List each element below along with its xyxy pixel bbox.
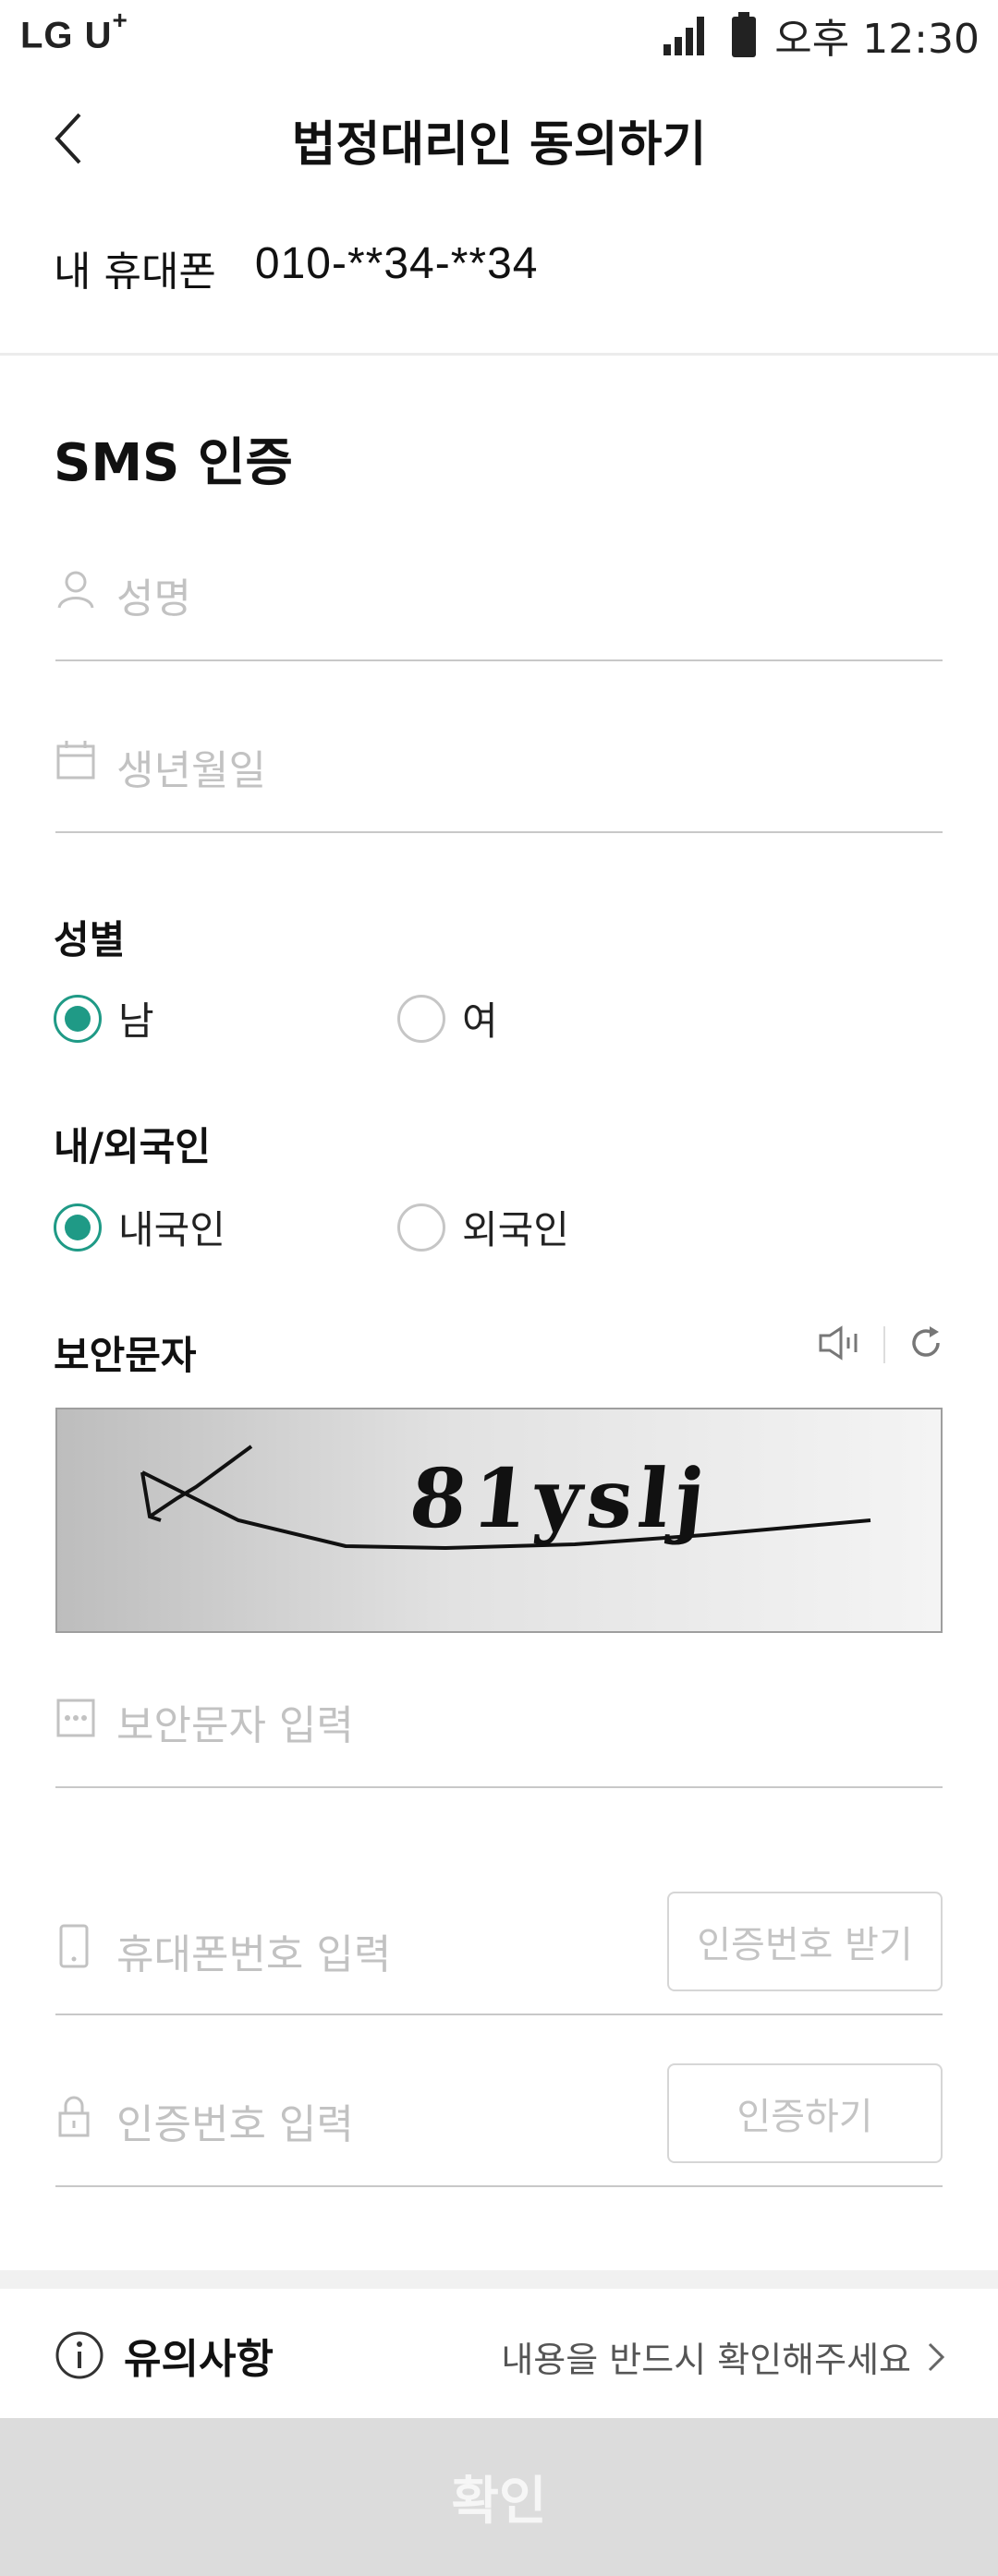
nationality-domestic-label: 내국인 xyxy=(118,1207,225,1252)
captcha-refresh-button[interactable] xyxy=(907,1324,944,1365)
status-icons: 오후 12:30 xyxy=(662,9,980,63)
lock-icon xyxy=(55,2093,92,2139)
radio-unchecked-icon xyxy=(397,1203,445,1252)
keypad-icon xyxy=(55,1698,96,1738)
my-phone-number: 010-**34-**34 xyxy=(254,239,539,288)
birthdate-field[interactable]: 생년월일 xyxy=(55,724,943,833)
captcha-audio-button[interactable] xyxy=(817,1324,861,1365)
captcha-tools-divider xyxy=(883,1326,885,1363)
page-title: 법정대리인 동의하기 xyxy=(291,117,707,173)
gender-male-label: 남 xyxy=(118,998,154,1044)
carrier-plus: + xyxy=(112,6,128,34)
radio-checked-icon xyxy=(54,1203,102,1252)
notice-link-text: 내용을 반드시 확인해주세요 xyxy=(501,2340,911,2380)
notice-link[interactable]: 내용을 반드시 확인해주세요 xyxy=(501,2331,946,2382)
verify-button[interactable]: 인증하기 xyxy=(667,2063,943,2163)
auth-code-placeholder: 인증번호 입력 xyxy=(116,2101,354,2148)
carrier-name: LG U xyxy=(20,15,113,56)
birthdate-placeholder: 생년월일 xyxy=(116,747,266,794)
user-icon xyxy=(55,567,96,611)
chevron-right-icon xyxy=(928,2342,945,2371)
captcha-label: 보안문자 xyxy=(54,1333,197,1378)
notice-title: 유의사항 xyxy=(124,2336,274,2383)
gender-female-radio[interactable]: 여 xyxy=(397,990,498,1046)
mobile-number-placeholder: 휴대폰번호 입력 xyxy=(116,1931,392,1978)
my-phone-label: 내 휴대폰 xyxy=(54,248,216,296)
gender-male-radio[interactable]: 남 xyxy=(54,990,154,1046)
confirm-button[interactable]: 확인 xyxy=(0,2418,998,2576)
nationality-foreign-label: 외국인 xyxy=(462,1207,569,1252)
nationality-domestic-radio[interactable]: 내국인 xyxy=(54,1199,225,1255)
refresh-icon xyxy=(912,1326,940,1357)
carrier-label: LG U+ xyxy=(20,6,128,56)
radio-unchecked-icon xyxy=(397,994,445,1043)
notice-row[interactable]: 유의사항 내용을 반드시 확인해주세요 xyxy=(0,2289,998,2418)
request-code-button[interactable]: 인증번호 받기 xyxy=(667,1892,943,1991)
nationality-label: 내/외국인 xyxy=(54,1124,211,1169)
gender-female-label: 여 xyxy=(462,998,498,1044)
notice-title-group: 유의사항 xyxy=(54,2326,274,2385)
info-icon xyxy=(55,2331,103,2379)
name-field[interactable]: 성명 xyxy=(55,554,943,661)
section-divider xyxy=(0,353,998,356)
captcha-image: 81yslj xyxy=(55,1408,943,1633)
gender-label: 성별 xyxy=(54,917,126,962)
captcha-tools xyxy=(817,1324,944,1365)
name-placeholder: 성명 xyxy=(116,575,191,623)
section-title: SMS 인증 xyxy=(54,433,293,493)
nationality-foreign-radio[interactable]: 외국인 xyxy=(397,1199,569,1255)
captcha-input-placeholder: 보안문자 입력 xyxy=(116,1702,354,1749)
captcha-input-field[interactable]: 보안문자 입력 xyxy=(55,1674,943,1788)
battery-icon xyxy=(732,12,757,57)
mobile-phone-icon xyxy=(55,1923,92,1969)
captcha-text: 81yslj xyxy=(405,1450,715,1546)
status-bar: LG U+ 오후 12:30 xyxy=(0,0,998,74)
radio-checked-icon xyxy=(54,994,102,1043)
app-header: 법정대리인 동의하기 xyxy=(0,74,998,203)
section-gap xyxy=(0,2270,998,2289)
calendar-icon xyxy=(55,739,96,781)
speaker-icon xyxy=(819,1325,858,1361)
clock: 오후 12:30 xyxy=(774,16,980,63)
my-phone-row: 내 휴대폰 010-**34-**34 xyxy=(54,238,538,297)
signal-icon xyxy=(663,17,705,55)
